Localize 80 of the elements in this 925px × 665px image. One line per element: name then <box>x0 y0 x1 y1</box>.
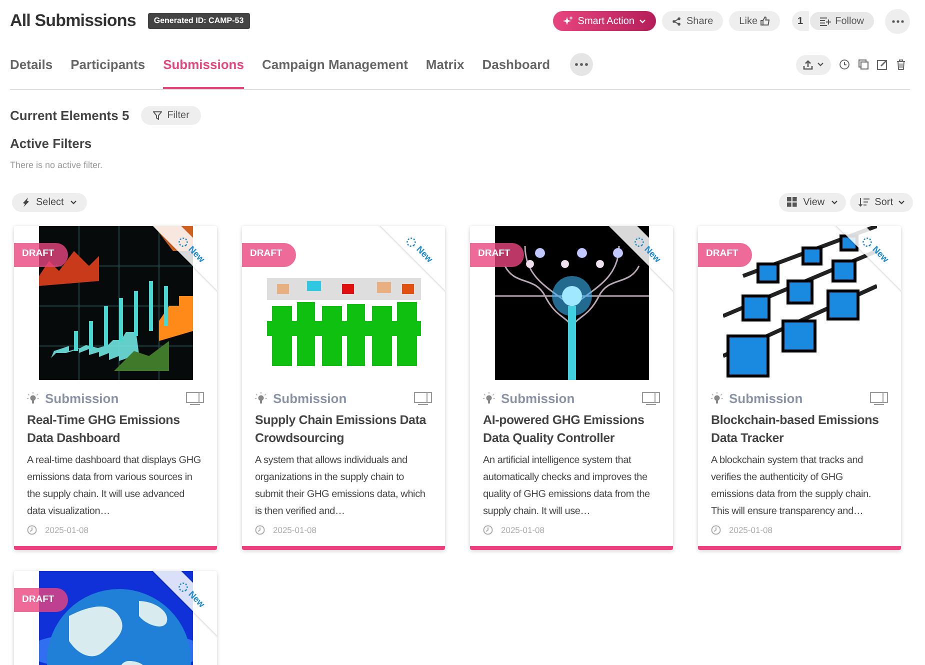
status-badge: DRAFT <box>14 242 68 266</box>
sparkle-icon <box>562 16 573 26</box>
caret-icon <box>898 200 905 204</box>
follow-button[interactable]: Follow <box>809 11 875 31</box>
card-date: 2025-01-08 <box>273 524 316 537</box>
panel-icon <box>870 392 888 405</box>
card-title[interactable]: Supply Chain Emissions Data Crowdsourcing <box>255 411 432 447</box>
tab[interactable]: Campaign Management <box>262 40 408 89</box>
export-button[interactable] <box>796 54 831 74</box>
card-description: A system that allows individuals and organizations in the supply chain to submit their GHG emissions data, which is then verified and… <box>255 454 426 519</box>
page-title: All Submissions <box>10 10 136 32</box>
section-heading: Active Filters <box>10 134 93 152</box>
card-description: An artificial intelligence system that automatically checks and improves the quality of GHG emissions data from the supply chain. It will use… <box>483 454 651 519</box>
card-title[interactable]: Blockchain-based Emissions Data Tracker <box>711 411 888 447</box>
sort-button[interactable]: Sort <box>850 192 913 212</box>
loading-icon <box>176 580 190 594</box>
submission-card[interactable] <box>14 226 217 550</box>
upload-icon <box>803 60 813 70</box>
more-tabs-button[interactable] <box>570 53 594 76</box>
panel-icon <box>186 392 204 405</box>
submission-card[interactable] <box>470 226 673 550</box>
share-icon <box>672 16 682 26</box>
follower-count: 1 <box>792 11 810 31</box>
like-button[interactable]: Like <box>729 11 780 31</box>
status-badge: DRAFT <box>470 242 524 266</box>
more-icon <box>575 63 588 66</box>
caret-icon <box>70 200 77 204</box>
edit-icon[interactable] <box>877 59 888 70</box>
trash-icon[interactable] <box>896 59 906 70</box>
item-type: Submission <box>729 390 803 408</box>
view-button[interactable]: View <box>779 192 846 212</box>
card-title[interactable]: Real-Time GHG Emissions Data Dashboard <box>27 411 204 447</box>
lightbulb-icon <box>711 392 723 404</box>
item-type: Submission <box>273 390 347 408</box>
copy-icon[interactable] <box>858 59 869 70</box>
panel-icon <box>414 392 432 405</box>
list-add-icon <box>820 16 832 26</box>
element-count: Current Elements 5 <box>10 107 130 125</box>
lightbulb-icon <box>483 392 495 404</box>
tab[interactable]: Dashboard <box>482 40 550 89</box>
submission-card[interactable] <box>698 226 901 550</box>
card-description: A blockchain system that tracks and verifies the authenticity of GHG emissions data from the supply chain. This will ensure transparency and… <box>711 454 872 519</box>
smart-action-button[interactable]: Smart Action <box>552 11 656 31</box>
share-button[interactable]: Share <box>662 11 724 31</box>
filter-button[interactable]: Filter <box>141 106 202 126</box>
panel-icon <box>642 392 660 405</box>
caret-icon <box>817 62 824 67</box>
thumbs-up-icon <box>760 16 770 26</box>
status-badge: DRAFT <box>242 242 296 266</box>
item-type: Submission <box>45 390 119 408</box>
id-badge: Generated ID: CAMP-53 <box>148 13 250 29</box>
caret-icon <box>639 18 646 24</box>
sort-icon <box>858 197 870 207</box>
submission-card[interactable] <box>242 226 445 550</box>
select-button[interactable]: Select <box>12 192 87 212</box>
more-icon <box>892 20 904 22</box>
more-button[interactable] <box>885 8 910 34</box>
tab[interactable]: Participants <box>70 40 146 89</box>
card-title[interactable]: AI-powered GHG Emissions Data Quality Controller <box>483 411 660 447</box>
clock-icon <box>255 525 265 536</box>
tab[interactable]: Details <box>10 40 53 89</box>
empty-filter-message: There is no active filter. <box>10 159 104 172</box>
clock-icon <box>483 525 493 536</box>
clock-icon <box>27 525 37 536</box>
grid-icon <box>787 197 798 207</box>
card-date: 2025-01-08 <box>729 524 772 537</box>
history-icon[interactable] <box>839 59 850 70</box>
caret-icon <box>830 200 838 204</box>
lightbulb-icon <box>27 392 39 404</box>
item-type: Submission <box>501 390 575 408</box>
card-date: 2025-01-08 <box>501 524 544 537</box>
lightbulb-icon <box>255 392 267 404</box>
tab[interactable]: Matrix <box>426 40 464 89</box>
status-badge: DRAFT <box>14 588 68 612</box>
clock-icon <box>711 525 721 536</box>
card-description: A real-time dashboard that displays GHG emissions data from various sources in the supply chain. It will use advanced data visualization… <box>27 454 202 519</box>
card-date: 2025-01-08 <box>45 524 88 537</box>
status-badge: DRAFT <box>698 242 752 266</box>
filter-icon <box>153 111 162 120</box>
tab[interactable]: Submissions <box>163 40 244 89</box>
